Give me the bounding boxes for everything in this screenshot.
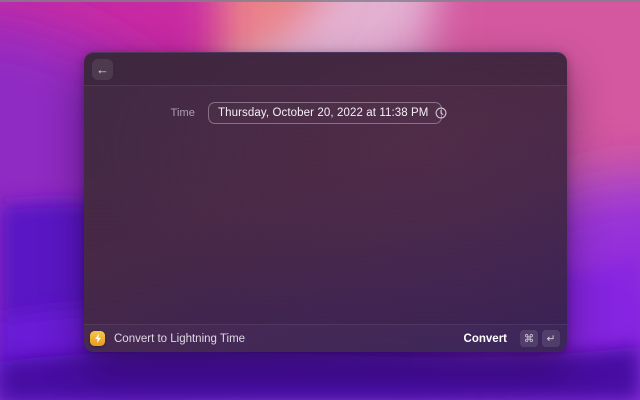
back-button[interactable]: ← <box>92 58 113 80</box>
clock-icon[interactable] <box>435 107 447 119</box>
time-input[interactable]: Thursday, October 20, 2022 at 11:38 PM <box>208 102 446 124</box>
lightning-bolt-icon <box>90 331 105 346</box>
time-input-value: Thursday, October 20, 2022 at 11:38 PM <box>218 107 429 119</box>
window-header: ← <box>84 53 567 85</box>
convert-button[interactable]: Convert <box>464 333 507 345</box>
raycast-window: ← Time Thursday, October 20, 2022 at 11:… <box>84 52 567 352</box>
footer-action-label: Convert to Lightning Time <box>114 332 246 345</box>
command-key-icon[interactable]: ⌘ <box>520 330 538 347</box>
window-noise-texture <box>84 53 567 352</box>
back-arrow-icon: ← <box>96 61 109 77</box>
window-footer: Convert to Lightning Time Convert ⌘ ↵ <box>84 324 567 352</box>
return-key-icon[interactable]: ↵ <box>542 330 560 347</box>
header-divider <box>84 85 567 86</box>
time-field-label: Time <box>170 107 195 119</box>
screen-top-edge <box>0 0 640 2</box>
time-form-row: Time Thursday, October 20, 2022 at 11:38… <box>84 102 567 124</box>
